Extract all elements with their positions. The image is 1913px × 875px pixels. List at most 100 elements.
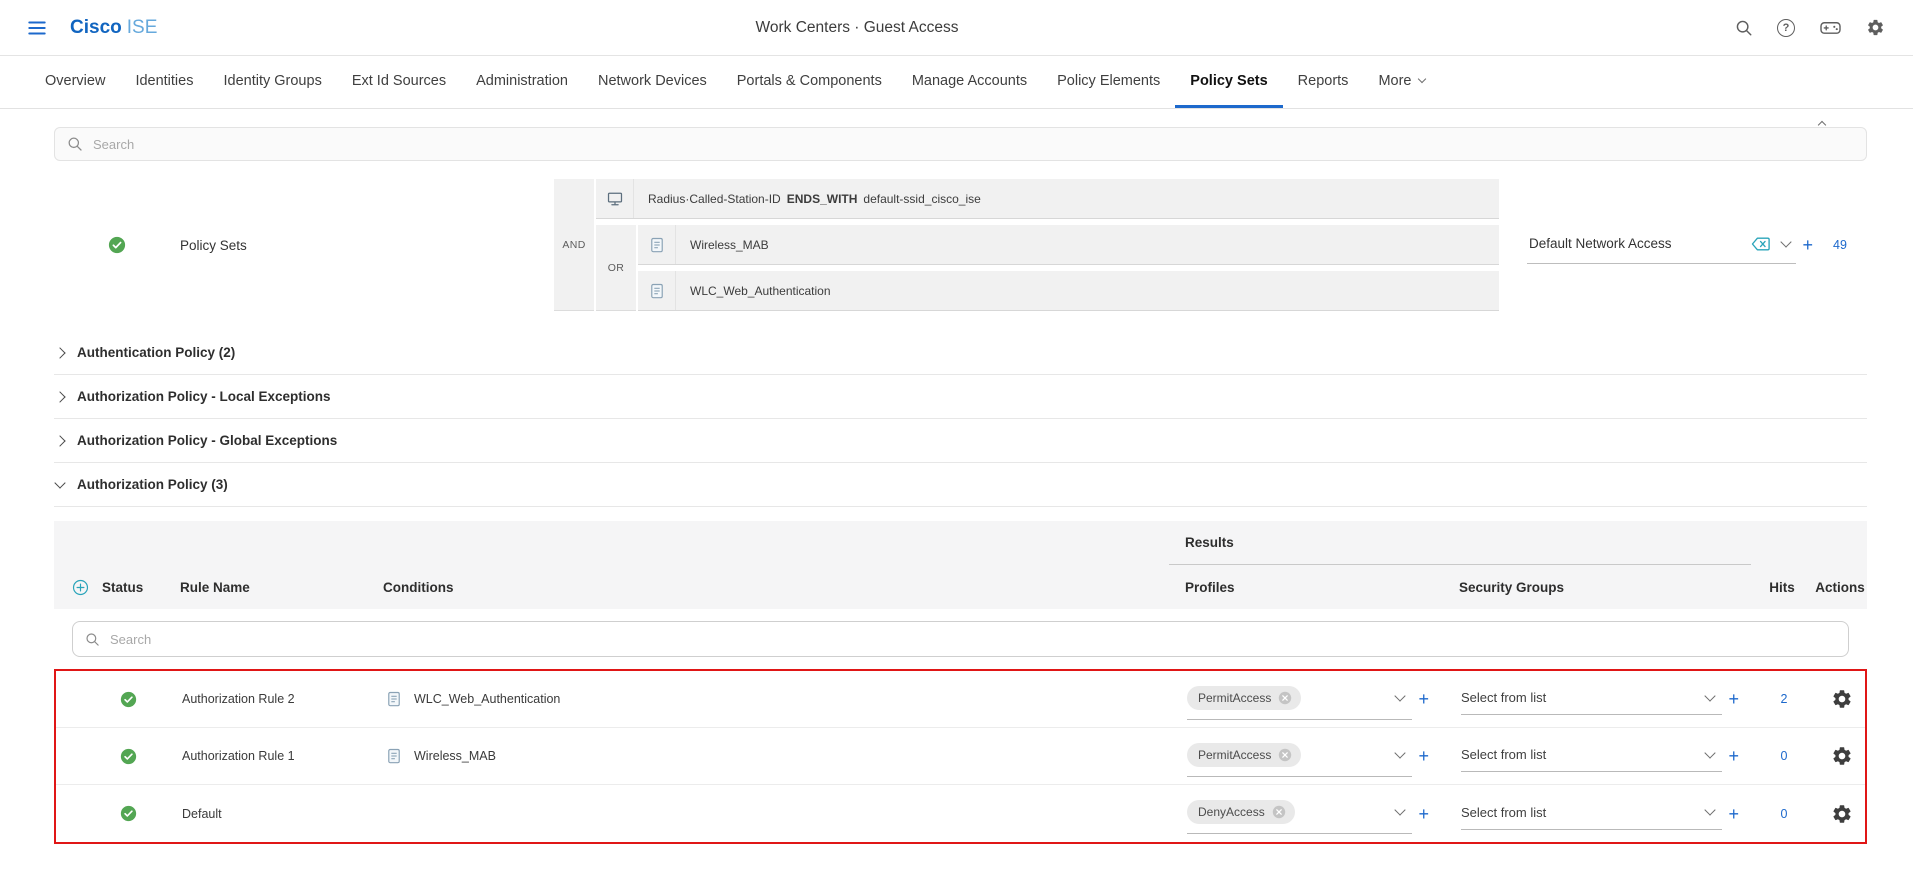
allowed-protocols-select[interactable]: Default Network Access + <box>1513 227 1813 264</box>
rule-condition[interactable]: WLC_Web_Authentication <box>414 692 560 706</box>
collapse-panel-icon[interactable] <box>1819 115 1825 133</box>
chevron-down-icon[interactable] <box>1705 804 1716 815</box>
chevron-right-icon <box>54 347 65 358</box>
add-icon[interactable]: + <box>1418 690 1429 708</box>
or-condition-group: OR Wireless_MAB WLC_Web_Authentication <box>596 225 1499 311</box>
rule-hits[interactable]: 2 <box>1753 671 1815 727</box>
add-rule-icon[interactable] <box>72 579 89 596</box>
tab-identity-groups[interactable]: Identity Groups <box>208 56 336 108</box>
policy-search-input[interactable] <box>93 137 1854 152</box>
chevron-down-icon[interactable] <box>1705 747 1716 758</box>
condition-stack: Radius·Called-Station-ID ENDS_WITH defau… <box>596 179 1499 311</box>
and-operator-label: AND <box>554 179 594 311</box>
rule-row[interactable]: Authorization Rule 2 WLC_Web_Authenticat… <box>56 671 1865 728</box>
profiles-select[interactable]: DenyAccess <box>1187 793 1412 834</box>
security-group-select[interactable]: Select from list <box>1461 740 1722 772</box>
chevron-down-icon[interactable] <box>1395 747 1406 758</box>
chevron-down-icon[interactable] <box>1395 804 1406 815</box>
table-search-row <box>54 609 1867 669</box>
condition-library-icon <box>385 690 403 708</box>
status-check-icon <box>108 236 126 254</box>
help-icon[interactable]: ? <box>1777 19 1795 37</box>
section-authorization-policy[interactable]: Authorization Policy (3) <box>54 463 1867 507</box>
condition-attribute: Radius·Called-Station-ID <box>648 192 781 206</box>
chevron-down-icon[interactable] <box>1395 690 1406 701</box>
col-actions: Actions <box>1813 565 1867 609</box>
tab-overview[interactable]: Overview <box>30 56 120 108</box>
tab-manage-accounts[interactable]: Manage Accounts <box>897 56 1042 108</box>
menu-icon[interactable] <box>26 17 48 39</box>
rule-search-input[interactable] <box>110 632 1836 647</box>
settings-gear-icon[interactable] <box>1866 18 1885 37</box>
actions-gear-icon[interactable] <box>1831 688 1853 710</box>
tab-reports[interactable]: Reports <box>1283 56 1364 108</box>
rule-name[interactable]: Authorization Rule 2 <box>176 671 381 727</box>
section-authz-local-exceptions[interactable]: Authorization Policy - Local Exceptions <box>54 375 1867 419</box>
add-icon[interactable]: + <box>1728 747 1739 765</box>
security-group-select[interactable]: Select from list <box>1461 798 1722 830</box>
brand-logo[interactable]: Cisco ISE <box>70 17 157 39</box>
section-label: Authorization Policy - Global Exceptions <box>77 433 337 448</box>
tab-administration[interactable]: Administration <box>461 56 583 108</box>
add-icon[interactable]: + <box>1802 236 1813 254</box>
condition-row[interactable]: Wireless_MAB <box>638 225 1499 265</box>
search-icon[interactable] <box>1735 19 1753 37</box>
profiles-select[interactable]: PermitAccess <box>1187 736 1412 777</box>
condition-name: Wireless_MAB <box>690 238 769 252</box>
status-check-icon <box>120 805 137 822</box>
rule-hits[interactable]: 0 <box>1753 785 1815 842</box>
policy-search[interactable] <box>54 127 1867 161</box>
rule-row[interactable]: Authorization Rule 1 Wireless_MAB Permit… <box>56 728 1865 785</box>
col-hits: Hits <box>1751 565 1813 609</box>
policy-set-hits[interactable]: 49 <box>1813 238 1867 252</box>
remove-chip-icon[interactable] <box>1272 805 1286 819</box>
rule-name[interactable]: Authorization Rule 1 <box>176 728 381 784</box>
profile-chip-label: PermitAccess <box>1198 748 1271 762</box>
interactive-help-icon[interactable] <box>1819 18 1842 37</box>
col-rule-name: Rule Name <box>174 565 379 609</box>
chevron-right-icon <box>54 435 65 446</box>
tab-more-label: More <box>1378 73 1411 89</box>
actions-gear-icon[interactable] <box>1831 745 1853 767</box>
chevron-down-icon[interactable] <box>1705 690 1716 701</box>
rule-search[interactable] <box>72 621 1849 657</box>
clear-selection-icon[interactable] <box>1750 235 1772 253</box>
add-icon[interactable]: + <box>1418 747 1429 765</box>
actions-gear-icon[interactable] <box>1831 803 1853 825</box>
tab-policy-sets[interactable]: Policy Sets <box>1175 56 1282 108</box>
tab-identities[interactable]: Identities <box>120 56 208 108</box>
chevron-down-icon <box>54 477 65 488</box>
policy-sets-panel <box>0 109 1913 173</box>
col-profiles: Profiles <box>1169 565 1441 609</box>
security-group-placeholder: Select from list <box>1461 805 1546 820</box>
tab-ext-id-sources[interactable]: Ext Id Sources <box>337 56 461 108</box>
policy-set-conditions: AND Radius·Called-Station-ID ENDS_WITH d… <box>554 179 1499 311</box>
condition-row[interactable]: Radius·Called-Station-ID ENDS_WITH defau… <box>596 179 1499 219</box>
condition-value: default-ssid_cisco_ise <box>863 192 980 206</box>
add-icon[interactable]: + <box>1728 805 1739 823</box>
section-authentication-policy[interactable]: Authentication Policy (2) <box>54 331 1867 375</box>
security-group-placeholder: Select from list <box>1461 747 1546 762</box>
brand-cisco: Cisco <box>70 17 122 39</box>
chevron-down-icon[interactable] <box>1781 236 1792 247</box>
rule-condition[interactable]: Wireless_MAB <box>414 749 496 763</box>
rule-hits[interactable]: 0 <box>1753 728 1815 784</box>
policy-set-name[interactable]: Policy Sets <box>180 179 554 311</box>
rule-name[interactable]: Default <box>176 785 381 842</box>
add-icon[interactable]: + <box>1728 690 1739 708</box>
add-icon[interactable]: + <box>1418 805 1429 823</box>
tab-more[interactable]: More <box>1363 56 1440 108</box>
tab-portals-components[interactable]: Portals & Components <box>722 56 897 108</box>
profiles-select[interactable]: PermitAccess <box>1187 679 1412 720</box>
policy-set-row[interactable]: Policy Sets AND Radius·Called-Station-ID… <box>54 175 1867 315</box>
tab-policy-elements[interactable]: Policy Elements <box>1042 56 1175 108</box>
security-group-select[interactable]: Select from list <box>1461 683 1722 715</box>
section-authz-global-exceptions[interactable]: Authorization Policy - Global Exceptions <box>54 419 1867 463</box>
tab-network-devices[interactable]: Network Devices <box>583 56 722 108</box>
condition-name: WLC_Web_Authentication <box>690 284 831 298</box>
authorization-policy-table: Results Status Rule Name Conditions Prof… <box>54 521 1867 844</box>
remove-chip-icon[interactable] <box>1278 691 1292 705</box>
remove-chip-icon[interactable] <box>1278 748 1292 762</box>
rule-row[interactable]: Default DenyAccess + Select from list + <box>56 785 1865 842</box>
condition-row[interactable]: WLC_Web_Authentication <box>638 271 1499 311</box>
